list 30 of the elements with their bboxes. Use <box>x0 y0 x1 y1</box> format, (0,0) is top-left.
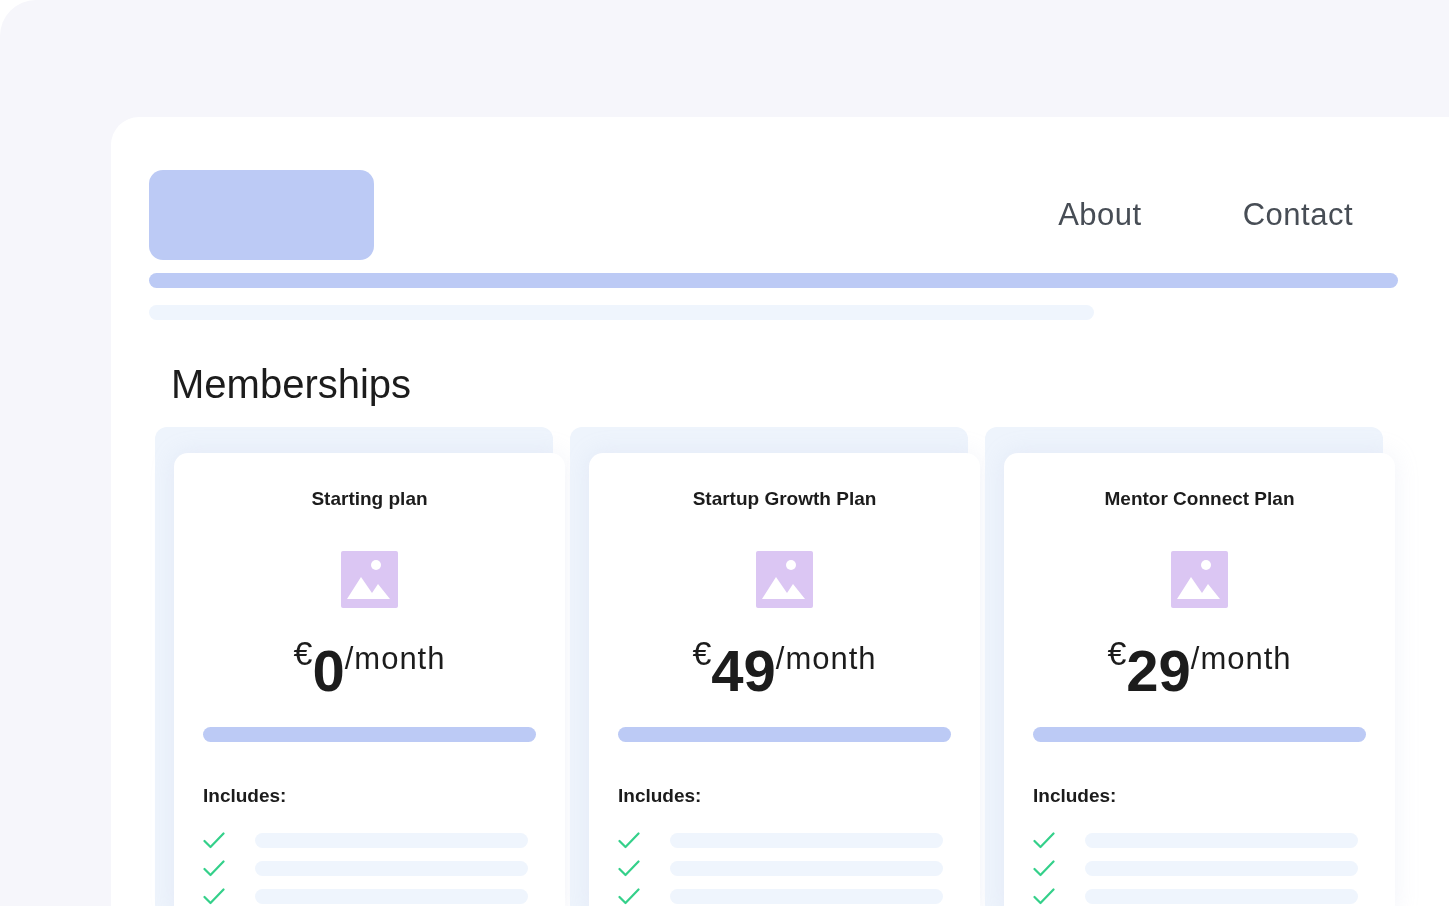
plan-title: Starting plan <box>310 487 429 511</box>
includes-label: Includes: <box>1033 783 1118 808</box>
includes-label: Includes: <box>203 783 288 808</box>
price-amount: 49 <box>711 641 776 700</box>
image-icon <box>756 550 813 608</box>
price-period: /month <box>775 642 877 674</box>
nav-link[interactable]: About <box>1058 191 1142 239</box>
plan-title: Mentor Connect Plan <box>1103 487 1296 511</box>
check-icon <box>203 859 225 877</box>
check-icon <box>618 887 640 905</box>
currency-symbol: € <box>1107 635 1127 670</box>
includes-label: Includes: <box>618 783 703 808</box>
check-icon <box>618 831 640 849</box>
currency-symbol: € <box>293 635 313 670</box>
price-amount: 29 <box>1126 641 1191 700</box>
currency-symbol: € <box>692 635 712 670</box>
price-period: /month <box>344 642 446 674</box>
check-icon <box>203 831 225 849</box>
image-icon <box>341 550 398 608</box>
price-amount: 0 <box>312 641 345 700</box>
plan-title: Startup Growth Plan <box>691 487 878 511</box>
check-icon <box>618 859 640 877</box>
image-icon <box>1171 550 1228 608</box>
check-icon <box>1033 831 1055 849</box>
check-icon <box>1033 887 1055 905</box>
check-icon <box>1033 859 1055 877</box>
check-icon <box>203 887 225 905</box>
nav-link[interactable]: Contact <box>1242 191 1353 239</box>
section-heading: Memberships <box>171 364 413 404</box>
price-period: /month <box>1190 642 1292 674</box>
